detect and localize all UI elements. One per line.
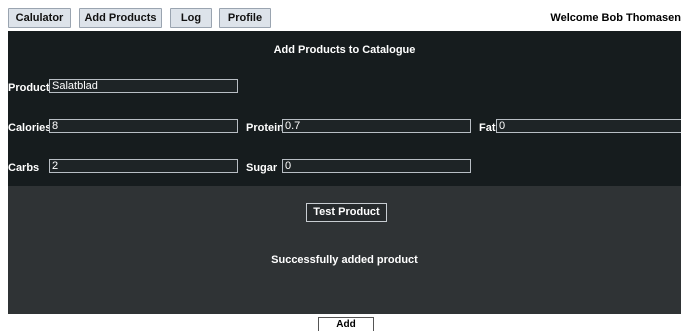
protein-input[interactable]: 0.7 <box>282 119 471 133</box>
product-input[interactable]: Salatblad <box>49 79 238 93</box>
sugar-label: Sugar <box>246 162 278 174</box>
product-label: Product <box>8 82 50 94</box>
welcome-message: Welcome Bob Thomasen <box>550 12 681 24</box>
profile-button[interactable]: Profile <box>219 8 271 28</box>
carbs-label: Carbs <box>8 162 40 174</box>
form-title: Add Products to Catalogue <box>273 44 416 56</box>
fat-input[interactable]: 0 <box>496 119 681 133</box>
sugar-input[interactable]: 0 <box>282 159 471 173</box>
carbs-input[interactable]: 2 <box>49 159 238 173</box>
add-product-button[interactable]: Add Product <box>318 317 374 331</box>
log-button[interactable]: Log <box>170 8 212 28</box>
protein-label: Protein <box>246 122 284 134</box>
calories-input[interactable]: 8 <box>49 119 238 133</box>
app-window: Calulator Add Products Log Profile Welco… <box>0 0 681 331</box>
calculator-button[interactable]: Calulator <box>8 8 71 28</box>
status-message: Successfully added product <box>271 254 418 266</box>
test-product-button[interactable]: Test Product <box>306 203 387 222</box>
fat-label: Fat <box>479 122 496 134</box>
calories-label: Calories <box>8 122 52 134</box>
add-products-button[interactable]: Add Products <box>79 8 162 28</box>
